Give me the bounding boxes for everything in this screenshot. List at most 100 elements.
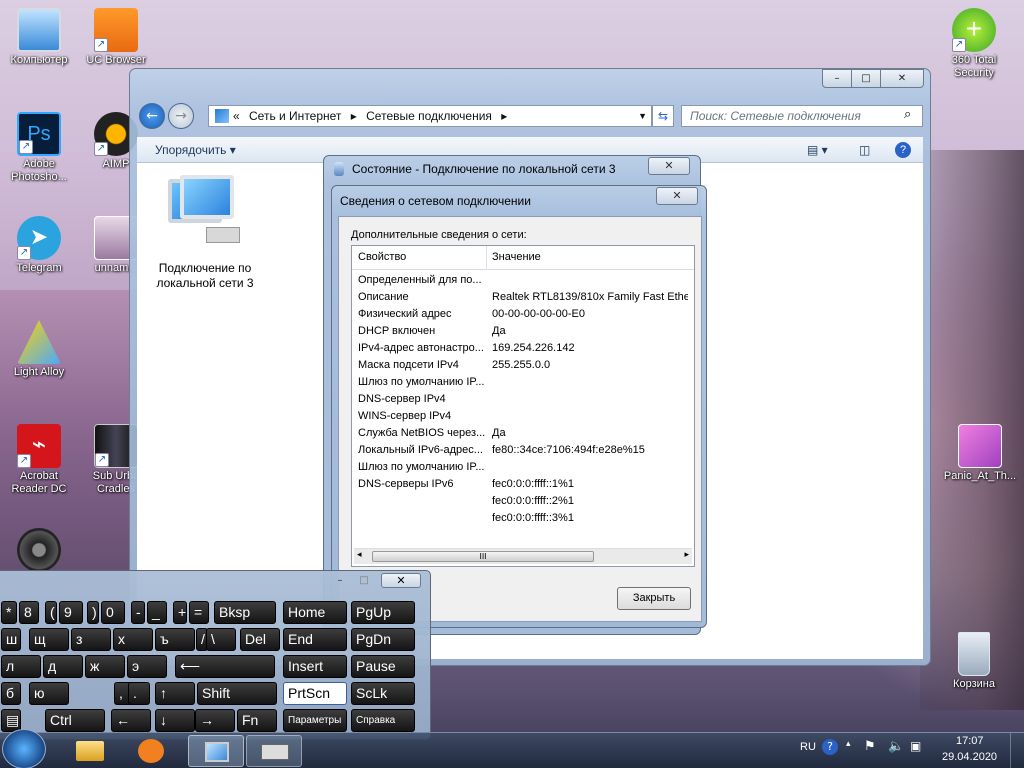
osk-key[interactable]: Параметры	[283, 709, 347, 732]
osk-key[interactable]: =	[189, 601, 209, 624]
osk-key[interactable]: -	[131, 601, 145, 624]
osk-key[interactable]: з	[71, 628, 111, 651]
minimize-button[interactable]: –	[822, 69, 852, 88]
refresh-icon[interactable]: ⇆	[652, 105, 674, 127]
osk-key[interactable]: .	[128, 682, 150, 705]
forward-arrow-icon[interactable]: →	[168, 103, 194, 129]
osk-key[interactable]: 0	[101, 601, 125, 624]
osk-key[interactable]: Insert	[283, 655, 347, 678]
listview-row[interactable]: DHCP включен Да	[358, 323, 688, 340]
address-bar[interactable]: « Сеть и Интернет ▸ Сетевые подключения …	[208, 105, 652, 127]
osk-key[interactable]: Home	[283, 601, 347, 624]
close-dialog-button[interactable]: Закрыть	[617, 587, 691, 610]
back-arrow-icon[interactable]: ←	[139, 103, 165, 129]
osk-key[interactable]: _	[147, 601, 167, 624]
details-listview[interactable]: Свойство Значение Определенный для по...…	[351, 245, 695, 567]
osk-key[interactable]: ъ	[155, 628, 195, 651]
desktop-icon-recycle-bin[interactable]: Корзина	[936, 632, 1012, 691]
osk-close-button[interactable]: ✕	[381, 573, 421, 588]
listview-row[interactable]: fec0:0:0:ffff::3%1	[358, 510, 688, 527]
desktop-icon-light-alloy[interactable]: Light Alloy	[1, 320, 77, 379]
osk-key[interactable]: ScLk	[351, 682, 415, 705]
column-header-property[interactable]: Свойство	[358, 251, 406, 263]
osk-key[interactable]: ↓	[155, 709, 195, 732]
column-header-value[interactable]: Значение	[492, 251, 541, 263]
help-icon[interactable]: ?	[822, 739, 838, 755]
osk-key[interactable]: End	[283, 628, 347, 651]
listview-row[interactable]: Определенный для по...	[358, 272, 688, 289]
osk-key[interactable]: д	[43, 655, 83, 678]
osk-key[interactable]: б	[1, 682, 21, 705]
desktop-icon-panic-at-the-disco[interactable]: Panic_At_Th...	[936, 424, 1024, 483]
close-button[interactable]: ✕	[880, 69, 924, 88]
osk-key[interactable]: Справка	[351, 709, 415, 732]
osk-minimize-button[interactable]: –	[329, 574, 351, 588]
desktop-icon-360-security[interactable]: + ↗ 360 Total Security	[936, 8, 1012, 80]
search-input[interactable]: Поиск: Сетевые подключения	[681, 105, 923, 127]
osk-key[interactable]: ↑	[155, 682, 195, 705]
osk-key[interactable]: щ	[29, 628, 69, 651]
desktop-icon-telegram[interactable]: ➤ ↗ Telegram	[1, 216, 77, 275]
osk-key[interactable]: →	[195, 709, 235, 732]
scroll-left-icon[interactable]: ◂	[357, 550, 362, 560]
listview-row[interactable]: Локальный IPv6-адрес... fe80::34ce:7106:4…	[358, 442, 688, 459]
osk-key[interactable]: х	[113, 628, 153, 651]
osk-key[interactable]: Shift	[197, 682, 277, 705]
listview-row[interactable]: Служба NetBIOS через... Да	[358, 425, 688, 442]
show-desktop-button[interactable]	[1010, 733, 1024, 768]
network-connection-item[interactable]: Подключение по локальной сети 3	[155, 175, 255, 291]
language-indicator[interactable]: RU	[800, 741, 816, 753]
flag-icon[interactable]: ⚑	[864, 739, 876, 754]
taskbar-network-connections[interactable]	[188, 735, 244, 767]
osk-maximize-button[interactable]: □	[353, 574, 375, 588]
listview-row[interactable]: IPv4-адрес автонастро... 169.254.226.142	[358, 340, 688, 357]
desktop-icon-speaker[interactable]	[1, 528, 77, 574]
listview-row[interactable]: WINS-сервер IPv4	[358, 408, 688, 425]
osk-key[interactable]: Bksp	[214, 601, 276, 624]
osk-key[interactable]: PgDn	[351, 628, 415, 651]
osk-key[interactable]: PrtScn	[283, 682, 347, 705]
osk-key[interactable]: л	[1, 655, 41, 678]
osk-key[interactable]: Fn	[237, 709, 277, 732]
start-button[interactable]	[2, 729, 46, 768]
scroll-thumb[interactable]: III	[372, 551, 594, 562]
desktop-icon-uc-browser[interactable]: ↗ UC Browser	[78, 8, 154, 67]
tray-chevron-icon[interactable]: ▴	[846, 739, 851, 749]
listview-row[interactable]: Шлюз по умолчанию IP...	[358, 459, 688, 476]
horizontal-scrollbar[interactable]: ◂ III ▸	[354, 548, 692, 564]
osk-key[interactable]: Ctrl	[45, 709, 105, 732]
desktop-icon-computer[interactable]: Компьютер	[1, 8, 77, 67]
osk-key[interactable]: (	[45, 601, 57, 624]
breadcrumb-item-network[interactable]: Сеть и Интернет	[249, 109, 341, 123]
clock-date[interactable]: 29.04.2020	[942, 751, 997, 763]
listview-row[interactable]: Шлюз по умолчанию IP...	[358, 374, 688, 391]
clock-time[interactable]: 17:07	[956, 735, 984, 747]
osk-key[interactable]: +	[173, 601, 187, 624]
status-dialog-close-button[interactable]: ✕	[648, 157, 690, 175]
desktop-icon-acrobat[interactable]: ⌁ ↗ Acrobat Reader DC	[1, 424, 77, 496]
listview-row[interactable]: DNS-сервер IPv4	[358, 391, 688, 408]
network-tray-icon[interactable]: ▣	[910, 739, 921, 753]
listview-row[interactable]: Описание Realtek RTL8139/810x Family Fast…	[358, 289, 688, 306]
taskbar-explorer[interactable]	[62, 735, 118, 767]
osk-key[interactable]: ш	[1, 628, 21, 651]
view-options-icon[interactable]: ▤ ▾	[807, 137, 828, 163]
osk-key[interactable]: 9	[59, 601, 83, 624]
organize-menu-button[interactable]: Упорядочить ▾	[155, 143, 236, 157]
details-dialog-close-icon[interactable]: ✕	[656, 187, 698, 205]
help-icon[interactable]: ?	[895, 142, 911, 158]
desktop-icon-photoshop[interactable]: Ps ↗ Adobe Photosho...	[1, 112, 77, 184]
volume-icon[interactable]: 🔈	[888, 739, 904, 754]
maximize-button[interactable]: □	[851, 69, 881, 88]
taskbar-osk[interactable]	[246, 735, 302, 767]
preview-pane-icon[interactable]: ◫	[859, 137, 870, 163]
osk-key[interactable]: ⟵	[175, 655, 275, 678]
scroll-right-icon[interactable]: ▸	[684, 550, 689, 560]
osk-key[interactable]: 8	[19, 601, 39, 624]
osk-key[interactable]: )	[87, 601, 99, 624]
osk-key[interactable]: \	[206, 628, 236, 651]
osk-key[interactable]: PgUp	[351, 601, 415, 624]
listview-row[interactable]: Физический адрес 00-00-00-00-00-E0	[358, 306, 688, 323]
osk-key[interactable]: *	[1, 601, 17, 624]
osk-key[interactable]: ж	[85, 655, 125, 678]
